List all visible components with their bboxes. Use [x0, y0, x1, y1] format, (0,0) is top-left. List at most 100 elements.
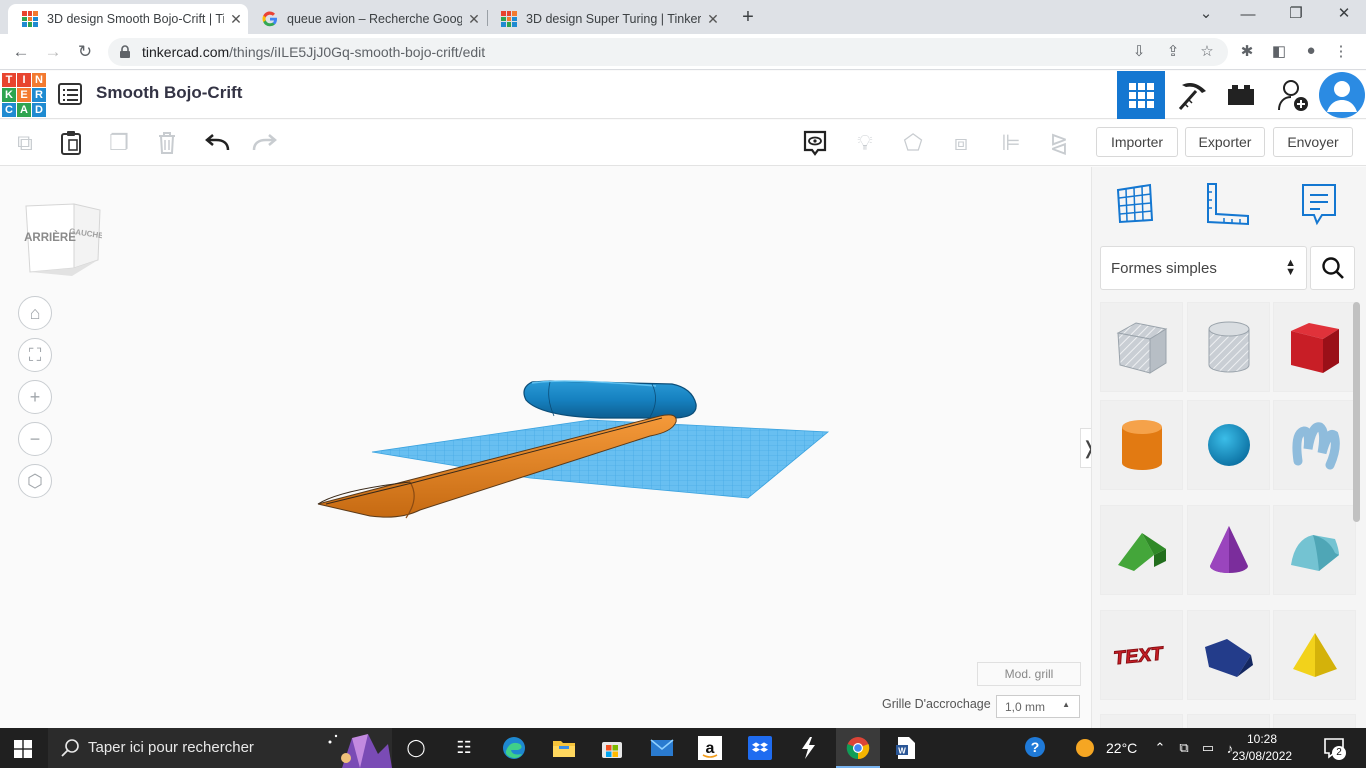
chrome-taskbar-button[interactable]: [836, 728, 880, 768]
back-arrow-icon[interactable]: ←: [10, 42, 32, 62]
perspective-cube-icon[interactable]: ⬡: [18, 464, 52, 498]
notification-count-badge: 2: [1332, 746, 1346, 760]
paste-clipboard-icon[interactable]: [56, 128, 86, 158]
weather-sun-icon[interactable]: [1076, 739, 1094, 757]
share-icon[interactable]: ⇪: [1162, 42, 1184, 60]
shape-scribble[interactable]: [1273, 400, 1356, 490]
red-text-shape-icon: TEXT: [1112, 643, 1164, 670]
network-icon[interactable]: ⧉: [1172, 736, 1196, 760]
tinkercad-logo[interactable]: T I N K E R C A D: [2, 73, 46, 117]
mirror-icon[interactable]: ⧎: [1044, 128, 1074, 158]
bookmark-star-icon[interactable]: ☆: [1196, 42, 1218, 60]
send-button[interactable]: Envoyer: [1273, 127, 1353, 157]
shape-cylinder-hole[interactable]: [1187, 302, 1270, 392]
profile-icon[interactable]: ●: [1300, 42, 1322, 59]
edge-browser-icon[interactable]: [502, 736, 526, 760]
notifications-button[interactable]: 2: [1322, 736, 1346, 760]
minimize-window-icon[interactable]: —: [1228, 6, 1268, 23]
side-panel-icon[interactable]: ◧: [1268, 42, 1290, 60]
tab-tinkercad-smooth-bojo-crift[interactable]: 3D design Smooth Bojo-Crift | Tinkercad …: [8, 4, 248, 34]
tab-title: 3D design Smooth Bojo-Crift | Tinkercad: [47, 12, 224, 26]
chrome-menu-icon[interactable]: ⋮: [1330, 42, 1352, 60]
zoom-in-icon[interactable]: +: [18, 380, 52, 414]
restore-window-icon[interactable]: ❐: [1276, 4, 1316, 22]
edit-grid-button[interactable]: Mod. grill: [977, 662, 1081, 686]
zoom-out-icon[interactable]: −: [18, 422, 52, 456]
tab-google-search[interactable]: queue avion – Recherche Google ✕: [248, 4, 486, 34]
word-document-icon[interactable]: W: [894, 736, 918, 760]
shape-pyramid[interactable]: [1273, 610, 1356, 700]
task-view-icon[interactable]: ◯: [404, 736, 428, 760]
weather-temperature[interactable]: 22°C: [1106, 740, 1137, 756]
close-window-icon[interactable]: ✕: [1324, 4, 1364, 22]
blue-capsule-shape[interactable]: [523, 380, 697, 419]
shape-search-button[interactable]: [1310, 246, 1355, 290]
close-tab-icon[interactable]: ✕: [701, 11, 725, 28]
widgets-icon[interactable]: ☷: [452, 736, 476, 760]
view-cube[interactable]: ARRIÈRE GAUCHE: [22, 200, 102, 276]
group-shapes-icon[interactable]: ⬠: [898, 128, 928, 158]
design-list-icon[interactable]: [58, 83, 82, 105]
copy-icon[interactable]: ⧉: [10, 128, 40, 158]
shape-text[interactable]: TEXT: [1100, 610, 1183, 700]
shape-box-hole[interactable]: [1100, 302, 1183, 392]
bricks-mode-button[interactable]: [1217, 71, 1265, 119]
extensions-puzzle-icon[interactable]: ✱: [1236, 42, 1258, 60]
file-explorer-icon[interactable]: [552, 736, 576, 760]
design-title[interactable]: Smooth Bojo-Crift: [96, 83, 242, 103]
mail-icon[interactable]: [650, 736, 674, 760]
3d-view-grid-button[interactable]: [1117, 71, 1165, 119]
align-icon[interactable]: ⊫: [996, 128, 1026, 158]
add-user-icon: [1278, 80, 1308, 111]
ungroup-shapes-icon[interactable]: ⧈: [946, 128, 976, 158]
invite-collaborator-button[interactable]: [1269, 71, 1317, 119]
show-hidden-icons-chevron-icon[interactable]: ⌃: [1148, 736, 1172, 760]
dropbox-icon[interactable]: [748, 736, 772, 760]
redo-icon[interactable]: [250, 128, 280, 158]
snap-grid-select[interactable]: 1,0 mm ▲: [996, 695, 1080, 718]
app-lightning-icon[interactable]: [796, 736, 820, 760]
blocks-mode-button[interactable]: [1167, 71, 1215, 119]
shape-sphere[interactable]: [1187, 400, 1270, 490]
shape-wedge[interactable]: [1187, 610, 1270, 700]
fit-view-icon[interactable]: ⛶: [18, 338, 52, 372]
install-app-icon[interactable]: ⇩: [1128, 42, 1150, 60]
new-tab-plus-icon[interactable]: +: [738, 6, 758, 29]
forward-arrow-icon[interactable]: →: [42, 42, 64, 62]
user-avatar[interactable]: [1318, 71, 1366, 119]
reload-icon[interactable]: ↻: [74, 42, 96, 62]
taskbar-clock[interactable]: 10:28 23/08/2022: [1232, 731, 1292, 765]
shape-box[interactable]: [1273, 302, 1356, 392]
undo-icon[interactable]: [202, 128, 232, 158]
windows-start-icon[interactable]: [14, 740, 32, 763]
notes-icon[interactable]: [1298, 182, 1340, 233]
shape-tile-partial[interactable]: [1273, 714, 1356, 728]
battery-icon[interactable]: ▭: [1196, 736, 1220, 760]
shape-tile-partial[interactable]: [1187, 714, 1270, 728]
microsoft-store-icon[interactable]: [600, 736, 624, 760]
lightbulb-icon[interactable]: 💡︎: [850, 128, 880, 158]
workplane-grid-icon[interactable]: [1114, 182, 1158, 231]
export-button[interactable]: Exporter: [1185, 127, 1265, 157]
close-tab-icon[interactable]: ✕: [224, 11, 248, 28]
help-icon[interactable]: ?: [1024, 736, 1048, 760]
shape-tile-partial[interactable]: [1100, 714, 1183, 728]
shapes-scrollbar[interactable]: [1353, 302, 1360, 522]
close-tab-icon[interactable]: ✕: [462, 11, 486, 28]
tab-tinkercad-super-turing[interactable]: 3D design Super Turing | Tinkercad ✕: [487, 4, 725, 34]
shape-category-select[interactable]: Formes simples ▲ ▼: [1100, 246, 1307, 290]
shape-cylinder[interactable]: [1100, 400, 1183, 490]
duplicate-icon[interactable]: ❐: [104, 128, 134, 158]
import-button[interactable]: Importer: [1096, 127, 1178, 157]
shape-round-roof[interactable]: [1273, 505, 1356, 595]
home-view-icon[interactable]: ⌂: [18, 296, 52, 330]
show-notes-icon[interactable]: [800, 128, 830, 158]
amazon-icon[interactable]: a: [698, 736, 722, 760]
shape-cone[interactable]: [1187, 505, 1270, 595]
ruler-icon[interactable]: [1204, 182, 1252, 231]
address-bar[interactable]: tinkercad.com/things/iILE5JjJ0Gq-smooth-…: [108, 38, 1228, 66]
tab-search-chevron-icon[interactable]: ⌄: [1186, 4, 1226, 22]
taskbar-search-box[interactable]: Taper ici pour rechercher: [48, 728, 392, 768]
shape-roof[interactable]: [1100, 505, 1183, 595]
delete-trash-icon[interactable]: [152, 128, 182, 158]
